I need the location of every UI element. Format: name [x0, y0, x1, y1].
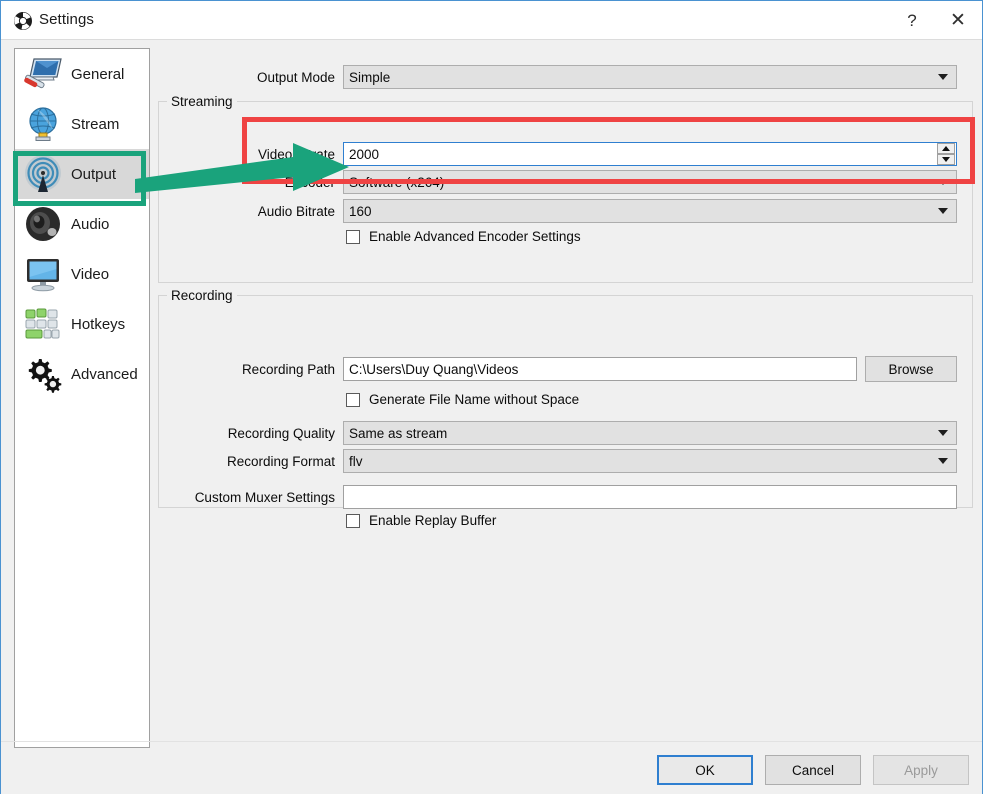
sidebar-item-label: Advanced — [71, 365, 138, 383]
recording-path-label: Recording Path — [241, 361, 335, 377]
advanced-icon — [21, 352, 65, 396]
chevron-down-icon — [938, 74, 948, 80]
sidebar-item-label: General — [71, 65, 125, 83]
sidebar-item-label: Output — [71, 165, 117, 183]
advanced-encoder-checkbox[interactable] — [346, 229, 360, 244]
audio-icon — [21, 202, 65, 246]
encoder-select[interactable]: Software (x264) — [343, 170, 957, 194]
cancel-button[interactable]: Cancel — [765, 755, 861, 785]
recording-path-row: Recording Path C:\Users\Duy Quang\Videos… — [158, 356, 958, 382]
sidebar-item-audio[interactable]: Audio — [15, 199, 149, 249]
audio-bitrate-row: Audio Bitrate 160 — [158, 198, 958, 224]
chevron-down-icon — [938, 179, 948, 185]
video-bitrate-row: Video Bitrate 2000 — [158, 141, 958, 167]
encoder-row: Encoder Software (x264) — [158, 169, 958, 195]
recording-group-title: Recording — [167, 288, 237, 303]
settings-sidebar[interactable]: General Stream Output Audio Video Hotkey… — [14, 48, 150, 748]
replay-buffer-checkbox[interactable] — [346, 513, 360, 528]
advanced-encoder-checkbox-row[interactable]: Enable Advanced Encoder Settings — [346, 229, 581, 244]
apply-button: Apply — [873, 755, 969, 785]
recording-quality-select[interactable]: Same as stream — [343, 421, 957, 445]
title-bar: Settings ? ✕ — [1, 1, 982, 40]
video-bitrate-input[interactable]: 2000 — [343, 142, 957, 166]
replay-buffer-label: Enable Replay Buffer — [369, 513, 497, 528]
footer-divider — [1, 741, 982, 742]
recording-quality-value: Same as stream — [349, 425, 448, 441]
custom-muxer-label: Custom Muxer Settings — [194, 489, 335, 505]
generate-no-space-label: Generate File Name without Space — [369, 392, 580, 407]
replay-buffer-checkbox-row[interactable]: Enable Replay Buffer — [346, 513, 496, 528]
video-bitrate-stepper[interactable] — [937, 143, 955, 165]
generate-no-space-checkbox[interactable] — [346, 392, 360, 407]
sidebar-item-video[interactable]: Video — [15, 249, 149, 299]
sidebar-item-label: Video — [71, 265, 110, 283]
generate-no-space-checkbox-row[interactable]: Generate File Name without Space — [346, 392, 579, 407]
browse-button[interactable]: Browse — [865, 356, 957, 382]
recording-path-input[interactable]: C:\Users\Duy Quang\Videos — [343, 357, 857, 381]
recording-format-value: flv — [349, 453, 363, 469]
streaming-group-title: Streaming — [167, 94, 237, 109]
output-mode-value: Simple — [349, 69, 391, 85]
close-icon[interactable]: ✕ — [935, 1, 981, 40]
video-bitrate-value: 2000 — [349, 146, 380, 162]
sidebar-item-output[interactable]: Output — [15, 149, 149, 199]
video-icon — [21, 252, 65, 296]
sidebar-item-label: Audio — [71, 215, 110, 233]
sidebar-item-stream[interactable]: Stream — [15, 99, 149, 149]
recording-format-row: Recording Format flv — [158, 448, 958, 474]
recording-quality-label: Recording Quality — [227, 425, 335, 441]
video-bitrate-label: Video Bitrate — [257, 146, 335, 162]
stepper-up-icon[interactable] — [937, 143, 955, 154]
dialog-body: General Stream Output Audio Video Hotkey… — [1, 41, 982, 794]
custom-muxer-row: Custom Muxer Settings — [158, 484, 958, 510]
audio-bitrate-select[interactable]: 160 — [343, 199, 957, 223]
stream-icon — [21, 102, 65, 146]
window-title: Settings — [39, 11, 94, 28]
general-icon — [21, 52, 65, 96]
chevron-down-icon — [938, 430, 948, 436]
sidebar-item-label: Stream — [71, 115, 120, 133]
stepper-down-icon[interactable] — [937, 154, 955, 165]
encoder-label: Encoder — [284, 174, 335, 190]
settings-window: Settings ? ✕ General Stream Output Audio… — [0, 0, 983, 794]
obs-logo-icon — [14, 12, 32, 30]
ok-button[interactable]: OK — [657, 755, 753, 785]
output-mode-row: Output Mode Simple — [158, 64, 958, 90]
output-mode-select[interactable]: Simple — [343, 65, 957, 89]
encoder-value: Software (x264) — [349, 174, 445, 190]
advanced-encoder-label: Enable Advanced Encoder Settings — [369, 229, 581, 244]
recording-format-select[interactable]: flv — [343, 449, 957, 473]
sidebar-item-label: Hotkeys — [71, 315, 126, 333]
hotkeys-icon — [21, 302, 65, 346]
settings-pane: Output Mode Simple Streaming Video Bitra… — [158, 48, 973, 748]
output-mode-label: Output Mode — [256, 69, 335, 85]
recording-path-value: C:\Users\Duy Quang\Videos — [349, 361, 519, 377]
sidebar-item-hotkeys[interactable]: Hotkeys — [15, 299, 149, 349]
recording-format-label: Recording Format — [226, 453, 335, 469]
audio-bitrate-label: Audio Bitrate — [257, 203, 335, 219]
custom-muxer-input[interactable] — [343, 485, 957, 509]
recording-quality-row: Recording Quality Same as stream — [158, 420, 958, 446]
dialog-footer: OK Cancel Apply — [657, 755, 969, 785]
output-icon — [21, 152, 65, 196]
sidebar-item-general[interactable]: General — [15, 49, 149, 99]
audio-bitrate-value: 160 — [349, 203, 372, 219]
chevron-down-icon — [938, 208, 948, 214]
chevron-down-icon — [938, 458, 948, 464]
sidebar-item-advanced[interactable]: Advanced — [15, 349, 149, 399]
help-icon[interactable]: ? — [889, 1, 935, 40]
